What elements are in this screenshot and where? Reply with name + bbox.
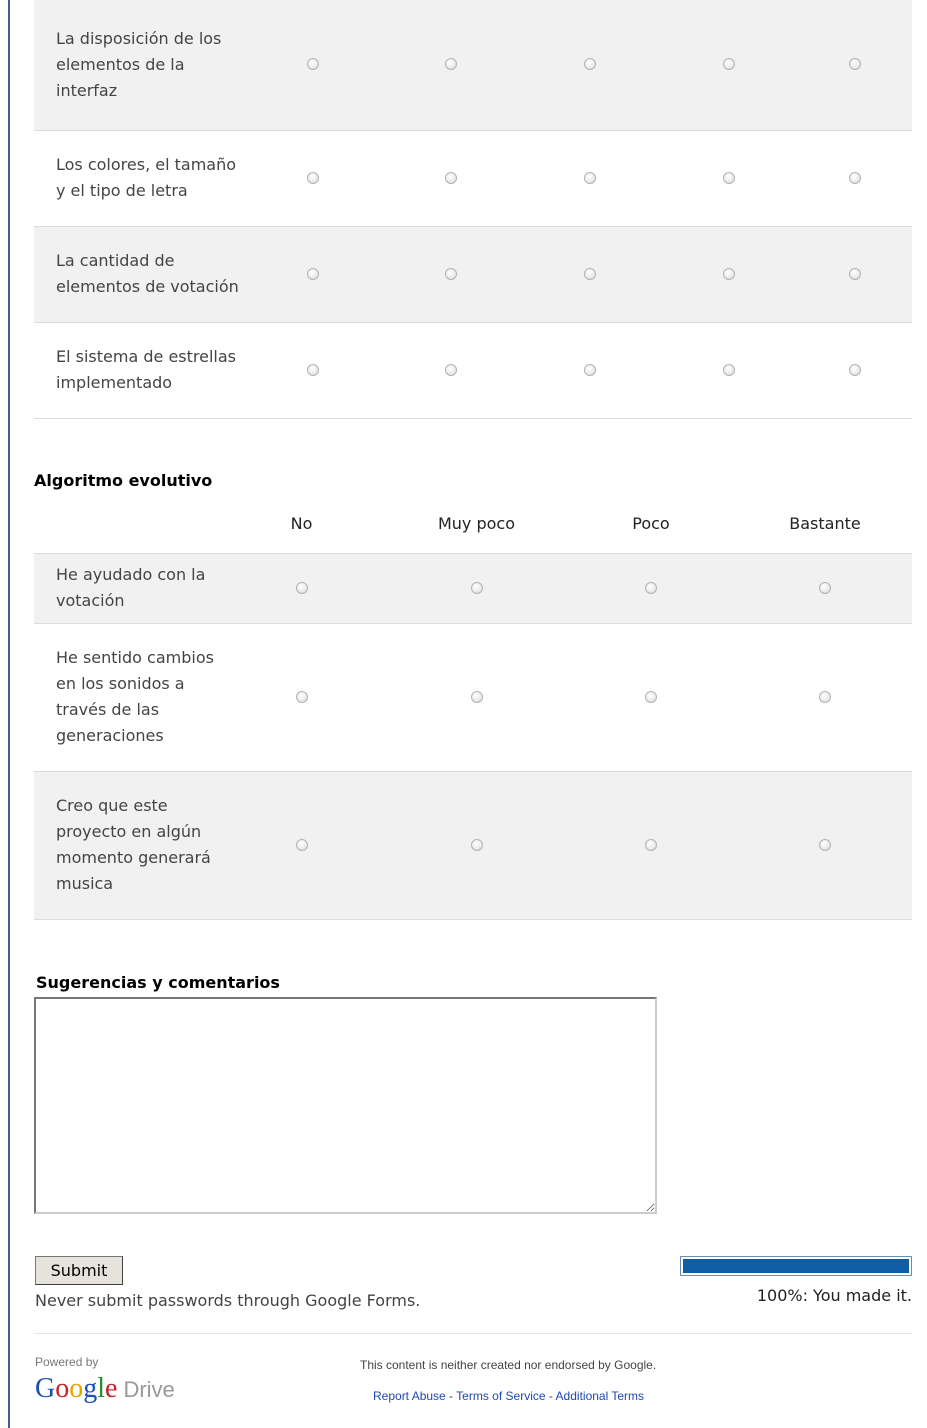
radio-button[interactable] (445, 267, 457, 280)
radio-button[interactable] (470, 690, 483, 703)
disclaimer-text: This content is neither created nor endo… (360, 1358, 657, 1372)
radio-button[interactable] (849, 267, 861, 280)
column-header: Muy poco (389, 494, 564, 554)
comments-title: Sugerencias y comentarios (36, 973, 280, 992)
comments-textarea[interactable] (34, 997, 657, 1214)
radio-button[interactable] (819, 690, 831, 703)
form-content: La disposición de los elementos de la in… (34, 0, 912, 920)
radio-button[interactable] (307, 171, 319, 184)
column-header: Poco (564, 494, 738, 554)
radio-button[interactable] (645, 690, 657, 703)
radio-button[interactable] (723, 171, 735, 184)
row-label: La cantidad de elementos de votación (34, 226, 244, 323)
table-row: La disposición de los elementos de la in… (34, 0, 912, 131)
radio-button[interactable] (307, 363, 319, 376)
footer-links: Report Abuse - Terms of Service - Additi… (373, 1389, 644, 1403)
table-header: No Muy poco Poco Bastante (34, 494, 912, 554)
grid-algorithm: No Muy poco Poco Bastante He ayudado con… (34, 494, 912, 920)
radio-button[interactable] (470, 838, 483, 851)
radio-button[interactable] (584, 267, 596, 280)
row-label: La disposición de los elementos de la in… (34, 0, 244, 131)
table-row: Creo que este proyecto en algún momento … (34, 771, 912, 920)
link-separator: - (445, 1389, 457, 1403)
radio-button[interactable] (819, 581, 831, 594)
column-header: No (214, 494, 389, 554)
radio-button[interactable] (849, 58, 861, 71)
radio-button[interactable] (470, 581, 483, 594)
table-row: He ayudado con la votación (34, 553, 912, 624)
additional-terms-link[interactable]: Additional Terms (556, 1389, 645, 1403)
column-header: Bastante (738, 494, 912, 554)
row-label: He sentido cambios en los sonidos a trav… (34, 623, 214, 772)
radio-button[interactable] (584, 58, 596, 71)
table-row: Los colores, el tamaño y el tipo de letr… (34, 130, 912, 227)
progress-bar (680, 1256, 912, 1276)
link-separator: - (545, 1389, 556, 1403)
row-label: El sistema de estrellas implementado (34, 322, 244, 419)
progress-label: 100%: You made it. (756, 1286, 912, 1305)
radio-button[interactable] (295, 690, 308, 703)
grid-interface: La disposición de los elementos de la in… (34, 0, 912, 419)
radio-button[interactable] (645, 581, 657, 594)
report-abuse-link[interactable]: Report Abuse (373, 1389, 446, 1403)
radio-button[interactable] (645, 838, 657, 851)
radio-button[interactable] (445, 363, 457, 376)
section-title: Algoritmo evolutivo (34, 470, 213, 490)
password-warning: Never submit passwords through Google Fo… (35, 1291, 421, 1310)
row-label: Los colores, el tamaño y el tipo de letr… (34, 130, 244, 227)
google-drive-logo[interactable]: Google Drive (35, 1373, 175, 1405)
radio-button[interactable] (445, 58, 457, 71)
radio-button[interactable] (445, 171, 457, 184)
form-left-border (8, 0, 10, 1428)
radio-button[interactable] (819, 838, 831, 851)
radio-button[interactable] (723, 58, 735, 71)
table-row: He sentido cambios en los sonidos a trav… (34, 623, 912, 772)
table-row: El sistema de estrellas implementado (34, 322, 912, 419)
progress-fill (683, 1259, 909, 1273)
radio-button[interactable] (849, 171, 861, 184)
footer-separator (34, 1333, 912, 1334)
radio-button[interactable] (307, 58, 319, 71)
radio-button[interactable] (584, 363, 596, 376)
row-label: He ayudado con la votación (34, 553, 214, 624)
row-label: Creo que este proyecto en algún momento … (34, 771, 214, 920)
radio-button[interactable] (295, 581, 308, 594)
terms-of-service-link[interactable]: Terms of Service (456, 1389, 545, 1403)
radio-button[interactable] (307, 267, 319, 280)
table-row: La cantidad de elementos de votación (34, 226, 912, 323)
logo-drive-text: Drive (123, 1377, 175, 1402)
radio-button[interactable] (723, 267, 735, 280)
radio-button[interactable] (723, 363, 735, 376)
radio-button[interactable] (584, 171, 596, 184)
submit-button[interactable]: Submit (35, 1256, 123, 1285)
radio-button[interactable] (295, 838, 308, 851)
powered-by-label: Powered by (35, 1355, 99, 1369)
radio-button[interactable] (849, 363, 861, 376)
